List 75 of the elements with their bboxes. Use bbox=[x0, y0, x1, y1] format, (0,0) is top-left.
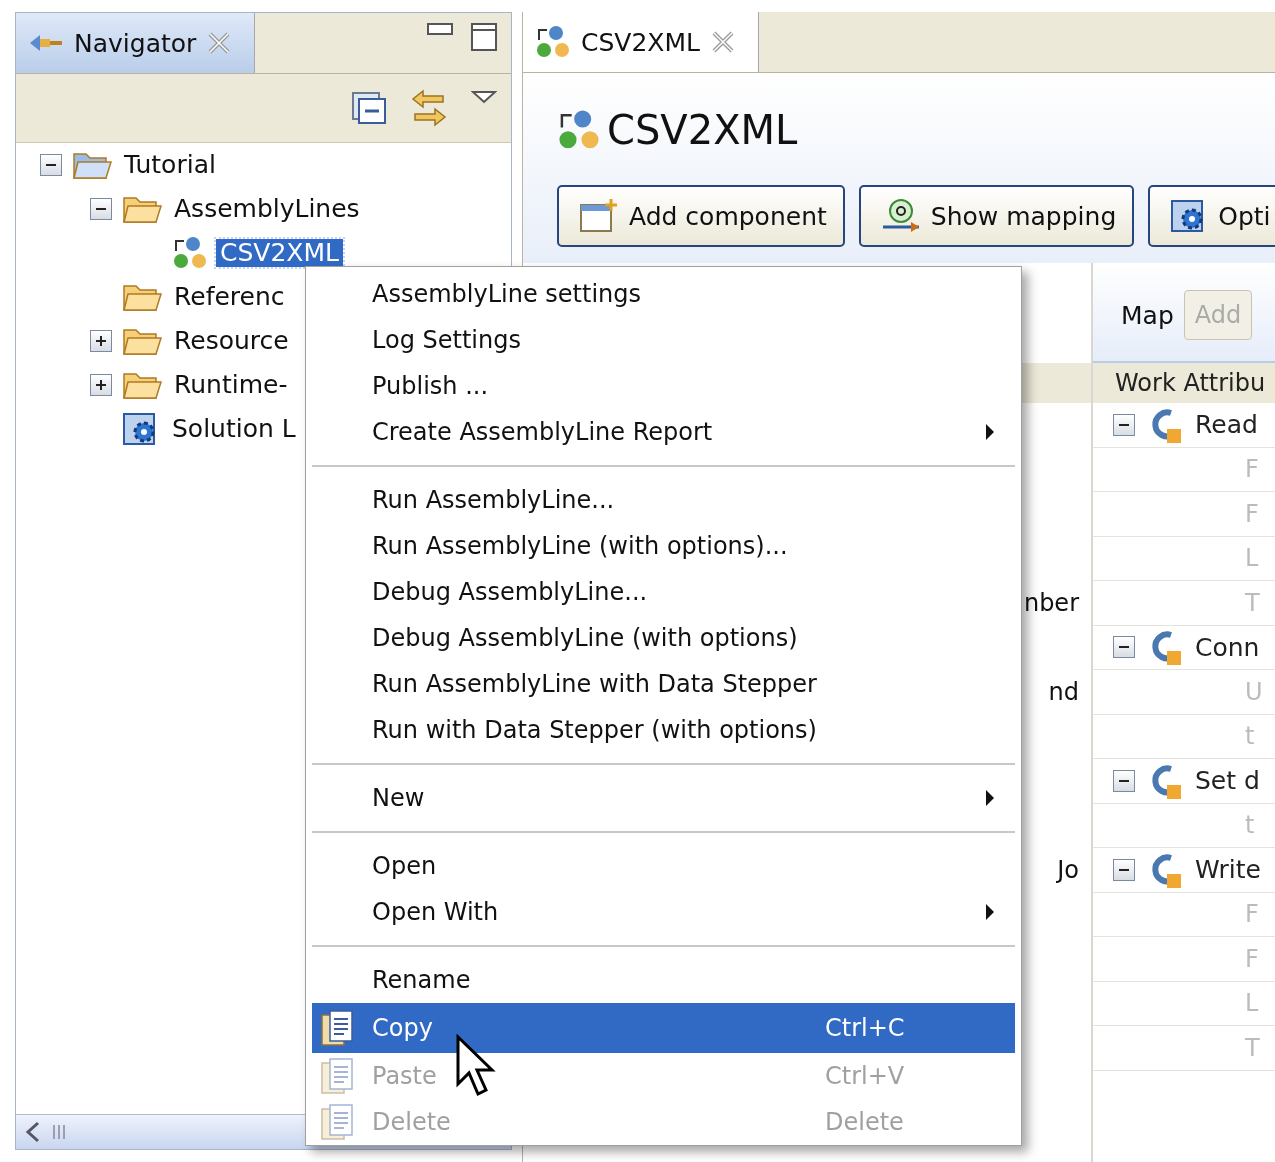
scroll-thumb-icon bbox=[52, 1124, 66, 1140]
tree-item[interactable]: Tutorial bbox=[120, 151, 220, 179]
cell-text: t bbox=[1245, 722, 1255, 751]
collapse-toggle[interactable] bbox=[1113, 858, 1135, 881]
map-label: Map bbox=[1121, 300, 1174, 330]
clipboard-icon bbox=[320, 1103, 354, 1141]
toolbar-button[interactable]: Show mapping bbox=[858, 185, 1135, 247]
menu-item[interactable]: Log Settings bbox=[312, 317, 1015, 363]
cell-text: T bbox=[1245, 1033, 1260, 1062]
cell-text: nber bbox=[1023, 589, 1079, 618]
menu-item[interactable]: Create AssemblyLine Report bbox=[312, 409, 1015, 455]
maximize-icon[interactable] bbox=[471, 23, 497, 51]
tab-label: Navigator bbox=[74, 28, 197, 58]
plus-icon bbox=[95, 379, 107, 391]
expand-toggle[interactable] bbox=[90, 330, 112, 352]
cell-text: nd bbox=[1048, 678, 1079, 707]
clipboard-icon bbox=[320, 1057, 354, 1095]
view-tab[interactable]: Navigator bbox=[16, 13, 256, 73]
toolbar-button[interactable]: Opti bbox=[1148, 185, 1275, 247]
component-name[interactable]: Write bbox=[1195, 855, 1261, 885]
menu-item[interactable]: AssemblyLine settings bbox=[312, 271, 1015, 317]
tree-item[interactable]: Runtime- bbox=[170, 371, 292, 399]
cell-text: F bbox=[1245, 944, 1259, 973]
submenu-arrow-icon bbox=[985, 789, 995, 807]
menu-item[interactable]: Run AssemblyLine... bbox=[312, 477, 1015, 523]
expand-toggle[interactable] bbox=[90, 374, 112, 396]
editor-tab[interactable]: CSV2XML bbox=[523, 12, 759, 72]
menu-item[interactable]: Open With bbox=[312, 889, 1015, 935]
cell-text: F bbox=[1245, 499, 1259, 528]
tree-item[interactable]: Referenc bbox=[170, 283, 289, 311]
cell-text: U bbox=[1245, 677, 1263, 706]
cell-text: t bbox=[1245, 811, 1255, 840]
component-name[interactable]: Conn bbox=[1195, 632, 1260, 662]
minimize-icon[interactable] bbox=[427, 23, 453, 37]
component-name[interactable]: Read bbox=[1195, 410, 1258, 440]
cell-text: L bbox=[1245, 544, 1259, 573]
collapse-toggle[interactable] bbox=[1113, 769, 1135, 792]
cell-text: F bbox=[1245, 455, 1259, 484]
collapse-all-icon[interactable] bbox=[351, 91, 387, 125]
add-window-icon bbox=[579, 197, 619, 235]
collapse-toggle[interactable] bbox=[40, 154, 62, 176]
tree-item[interactable]: Resource bbox=[170, 327, 293, 355]
cell-text: L bbox=[1245, 989, 1259, 1018]
tree-item[interactable]: AssemblyLines bbox=[170, 195, 364, 223]
tab-label: CSV2XML bbox=[581, 27, 700, 57]
column-header: Work Attribu bbox=[1093, 363, 1275, 403]
form-title: CSV2XML bbox=[607, 107, 798, 153]
menu-item[interactable]: Open bbox=[312, 843, 1015, 889]
submenu-arrow-icon bbox=[985, 903, 995, 921]
menu-item[interactable]: Debug AssemblyLine... bbox=[312, 569, 1015, 615]
collapse-toggle[interactable] bbox=[1113, 413, 1135, 436]
collapse-toggle[interactable] bbox=[1113, 636, 1135, 659]
menu-item[interactable]: Copy Ctrl+C bbox=[312, 1003, 1015, 1053]
collapse-toggle[interactable] bbox=[90, 198, 112, 220]
menu-item[interactable]: Publish ... bbox=[312, 363, 1015, 409]
component-name[interactable]: Set d bbox=[1195, 766, 1260, 796]
component-icon bbox=[172, 235, 208, 271]
menu-item[interactable]: Rename bbox=[312, 957, 1015, 1003]
tree-item[interactable]: Solution L bbox=[168, 415, 300, 443]
mapping-icon bbox=[880, 197, 921, 235]
toolbar-button[interactable]: Add component bbox=[557, 185, 845, 247]
component-icon bbox=[535, 24, 571, 60]
menu-item[interactable]: New bbox=[312, 775, 1015, 821]
clipboard-icon bbox=[320, 1009, 354, 1047]
cell-text: T bbox=[1245, 588, 1260, 617]
menu-item[interactable]: Run AssemblyLine with Data Stepper bbox=[312, 661, 1015, 707]
link-arrows-icon[interactable] bbox=[409, 87, 449, 129]
cell-text: F bbox=[1245, 900, 1259, 929]
menu-item[interactable]: Run with Data Stepper (with options) bbox=[312, 707, 1015, 753]
menu-item[interactable]: Debug AssemblyLine (with options) bbox=[312, 615, 1015, 661]
submenu-arrow-icon bbox=[985, 423, 995, 441]
tree-item[interactable]: CSV2XML bbox=[216, 239, 343, 267]
plus-icon bbox=[95, 335, 107, 347]
menu-item[interactable]: Run AssemblyLine (with options)... bbox=[312, 523, 1015, 569]
cell-text: Jo bbox=[1057, 856, 1079, 885]
